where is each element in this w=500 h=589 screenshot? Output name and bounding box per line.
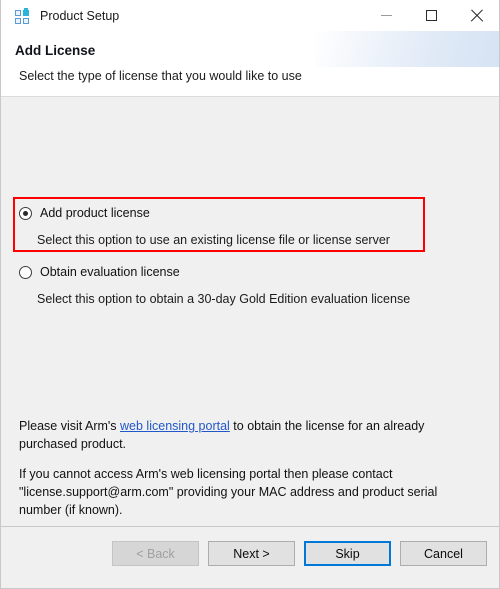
radio-option-obtain-evaluation-license[interactable]: Obtain evaluation license xyxy=(19,264,180,280)
close-button[interactable] xyxy=(454,0,499,31)
window-title: Product Setup xyxy=(40,8,120,23)
back-button[interactable]: < Back xyxy=(112,541,199,566)
skip-button[interactable]: Skip xyxy=(304,541,391,566)
info-text-before-link: Please visit Arm's xyxy=(19,419,121,433)
radio-button-add-product-license[interactable] xyxy=(19,207,32,220)
dialog-body: Add product license Select this option t… xyxy=(1,97,499,526)
info-paragraph-licensing-portal: Please visit Arm's web licensing portal … xyxy=(19,417,444,453)
dialog-header: Add License Select the type of license t… xyxy=(1,31,499,97)
window-controls xyxy=(364,0,499,31)
radio-label-add-product-license: Add product license xyxy=(40,206,150,220)
maximize-icon xyxy=(426,10,437,21)
radio-option-add-product-license[interactable]: Add product license xyxy=(19,205,150,221)
header-gradient-decoration xyxy=(314,31,499,67)
next-button[interactable]: Next > xyxy=(208,541,295,566)
product-setup-dialog: Product Setup Add License Select the typ… xyxy=(0,0,500,589)
option-description-obtain-evaluation-license: Select this option to obtain a 30-day Go… xyxy=(37,292,411,306)
dialog-button-bar: < Back Next > Skip Cancel xyxy=(112,541,487,566)
title-bar: Product Setup xyxy=(1,0,499,31)
web-licensing-portal-link[interactable]: web licensing portal xyxy=(120,419,230,433)
radio-label-obtain-evaluation-license: Obtain evaluation license xyxy=(40,265,180,279)
info-paragraph-support-contact: If you cannot access Arm's web licensing… xyxy=(19,467,438,517)
dialog-footer: < Back Next > Skip Cancel xyxy=(1,526,499,588)
option-description-add-product-license: Select this option to use an existing li… xyxy=(37,233,390,247)
minimize-button[interactable] xyxy=(364,0,409,31)
radio-button-obtain-evaluation-license[interactable] xyxy=(19,266,32,279)
cancel-button[interactable]: Cancel xyxy=(400,541,487,566)
maximize-button[interactable] xyxy=(409,0,454,31)
close-icon xyxy=(470,9,483,22)
minimize-icon xyxy=(381,15,392,16)
page-title: Add License xyxy=(15,43,96,58)
page-subtitle: Select the type of license that you woul… xyxy=(19,69,302,83)
grid-squares-icon xyxy=(14,7,30,24)
